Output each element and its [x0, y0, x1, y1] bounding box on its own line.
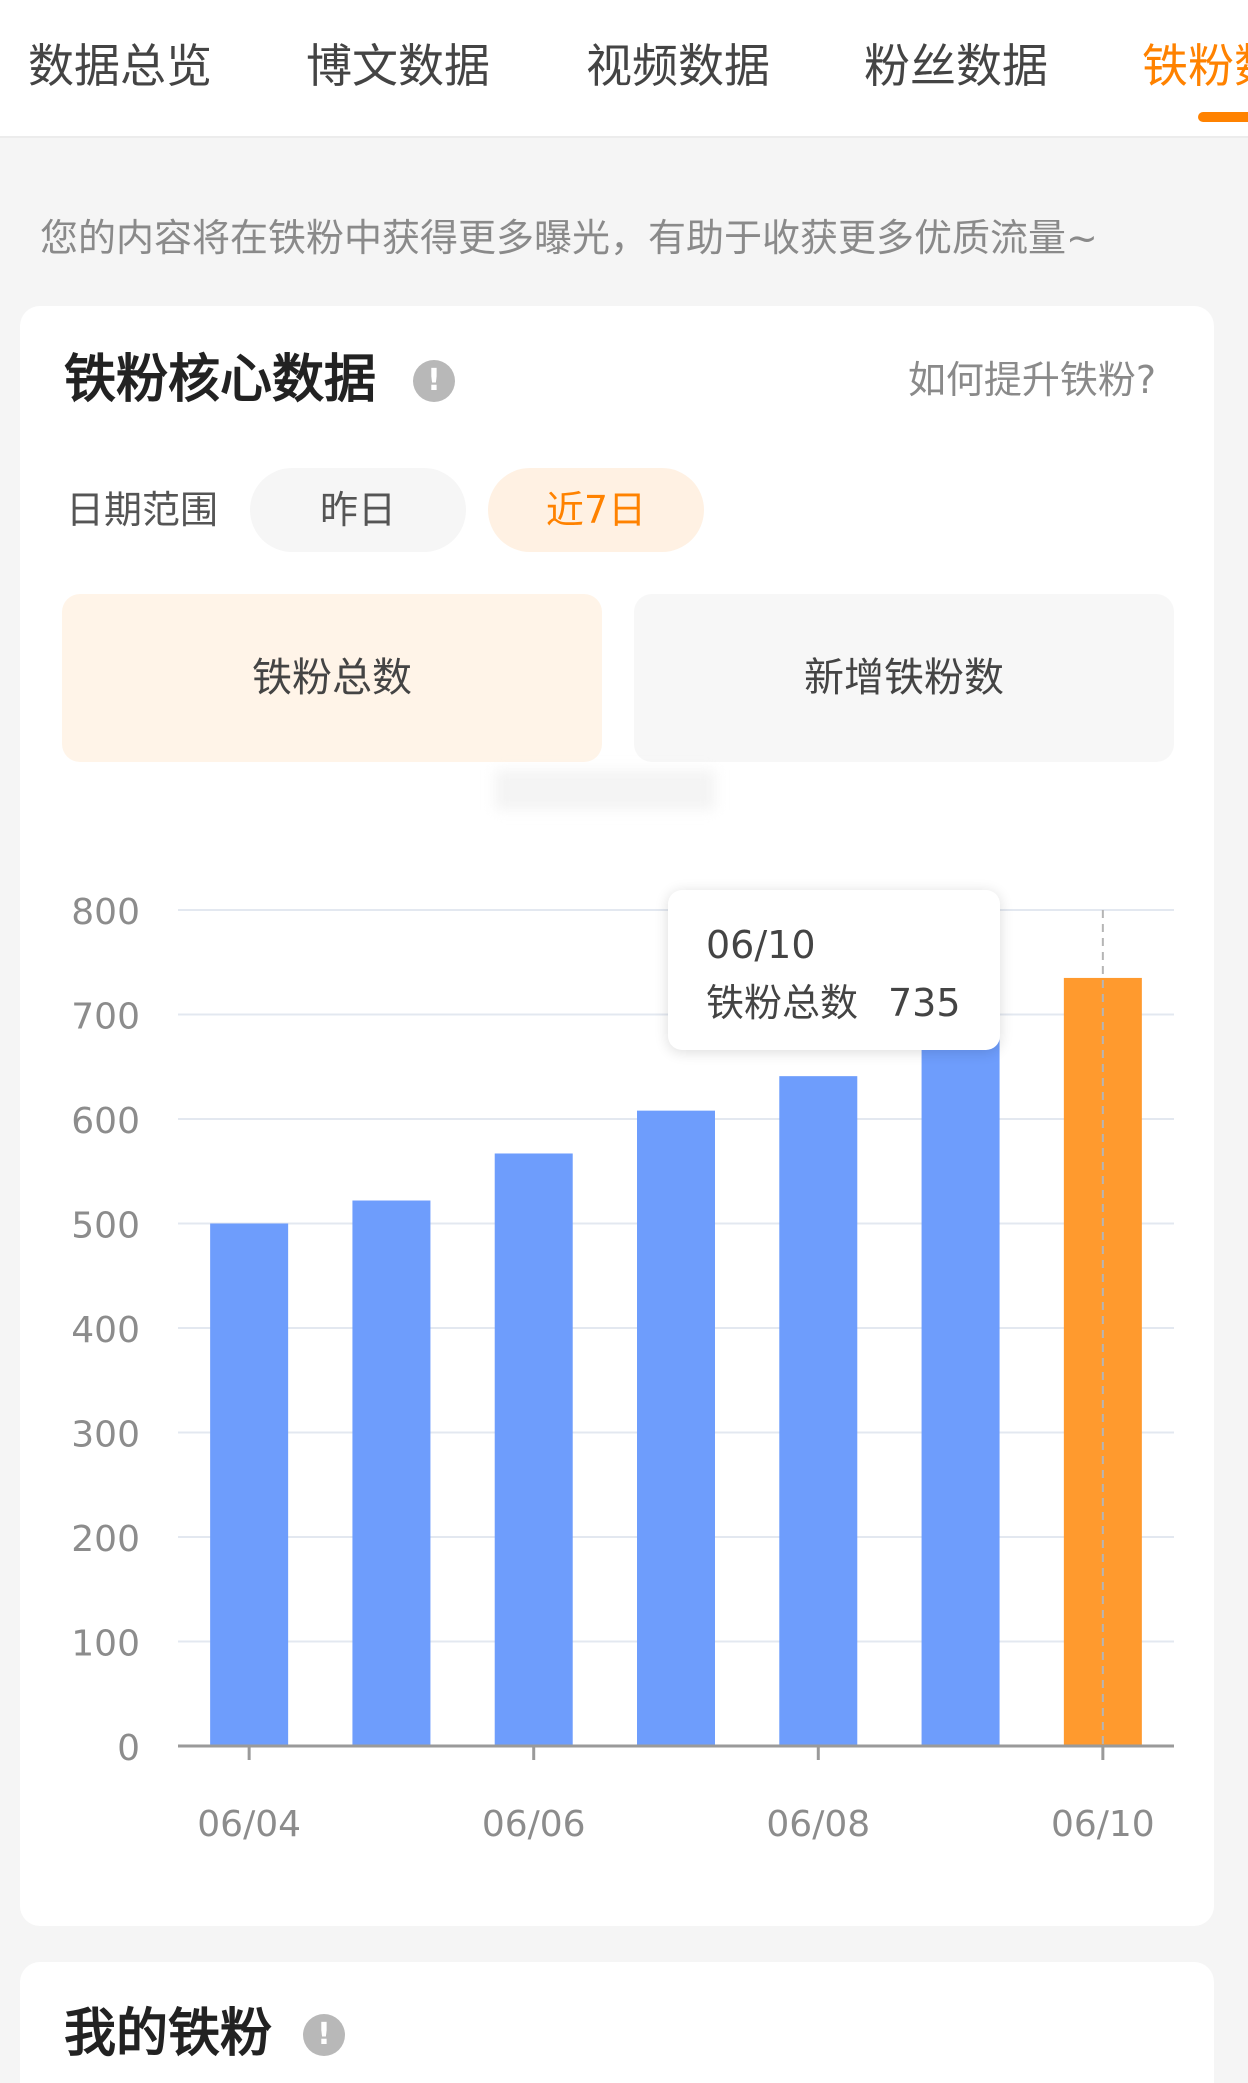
- how-to-improve-link[interactable]: 如何提升铁粉?: [908, 354, 1156, 406]
- y-tick-label: 100: [71, 1624, 140, 1665]
- card-title: 我的铁粉: [64, 2004, 273, 2064]
- y-tick-label: 200: [71, 1519, 140, 1560]
- x-tick-label: 06/10: [1051, 1804, 1155, 1845]
- x-tick-label: 06/06: [482, 1804, 586, 1845]
- bar-06/04[interactable]: [210, 1223, 289, 1747]
- tooltip-date: 06/10: [706, 923, 816, 967]
- y-tick-label: 600: [71, 1101, 140, 1142]
- active-tab-indicator: [1198, 112, 1248, 122]
- y-tick-label: 300: [71, 1415, 140, 1456]
- card-title: 铁粉核心数据: [64, 350, 377, 410]
- iron-fans-bar-chart[interactable]: 0 100 200 300 400 500 600 700 800 06/04 06/06 06/08…: [20, 866, 1214, 1916]
- tab-fans[interactable]: 粉丝数据: [864, 36, 1048, 96]
- top-tab-bar: 数据总览 博文数据 视频数据 粉丝数据 铁粉数据: [0, 0, 1248, 138]
- tab-videos[interactable]: 视频数据: [586, 36, 770, 96]
- metric-total-fans-tab[interactable]: 铁粉总数: [62, 594, 602, 762]
- range-7days-button[interactable]: 近7日: [488, 468, 704, 552]
- tab-overview[interactable]: 数据总览: [28, 36, 212, 96]
- tab-iron-fans[interactable]: 铁粉数据: [1142, 36, 1248, 96]
- metric-new-fans-tab[interactable]: 新增铁粉数: [634, 594, 1174, 762]
- chart-svg: 0 100 200 300 400 500 600 700 800 06/04 06/06 06/08…: [71, 892, 1174, 1845]
- iron-fans-core-card: 铁粉核心数据 ! 如何提升铁粉? 日期范围 昨日 近7日 铁粉总数 新增铁粉数 …: [20, 306, 1214, 1926]
- tooltip-series-name: 铁粉总数: [706, 981, 859, 1025]
- bar-06/08[interactable]: [779, 1076, 858, 1746]
- bar-06/07[interactable]: [637, 1110, 715, 1746]
- y-tick-label: 700: [71, 997, 140, 1038]
- y-tick-label: 0: [117, 1728, 140, 1769]
- y-tick-label: 500: [71, 1206, 140, 1247]
- tooltip-value: 735: [888, 981, 961, 1025]
- y-tick-label: 800: [71, 892, 140, 933]
- exposure-notice: 您的内容将在铁粉中获得更多曝光，有助于收获更多优质流量~: [40, 216, 1098, 260]
- x-tick-label: 06/08: [766, 1804, 870, 1845]
- x-tick-label: 06/04: [197, 1804, 301, 1845]
- range-yesterday-button[interactable]: 昨日: [250, 468, 466, 552]
- chart-tooltip: 06/10 铁粉总数 735: [668, 890, 1000, 1050]
- bar-06/05[interactable]: [352, 1200, 431, 1746]
- my-iron-fans-card: 我的铁粉 !: [20, 1962, 1214, 2083]
- bar-06/06[interactable]: [494, 1153, 573, 1746]
- date-range-label: 日期范围: [66, 488, 219, 532]
- y-tick-label: 400: [71, 1310, 140, 1351]
- bar-06/09[interactable]: [921, 1016, 1000, 1746]
- info-icon[interactable]: !: [303, 2014, 345, 2056]
- info-icon[interactable]: !: [413, 360, 455, 402]
- blurred-region: [495, 770, 715, 810]
- tab-posts[interactable]: 博文数据: [306, 36, 490, 96]
